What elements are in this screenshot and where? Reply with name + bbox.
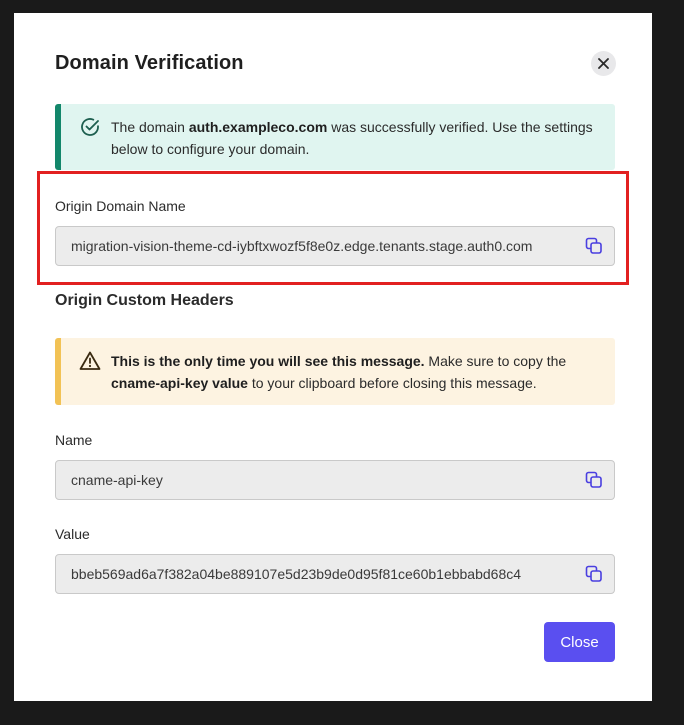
success-text-before: The domain — [111, 119, 189, 135]
copy-icon[interactable] — [584, 564, 604, 584]
origin-domain-field: migration-vision-theme-cd-iybftxwozf5f8e… — [55, 226, 615, 266]
verified-domain: auth.exampleco.com — [188, 119, 328, 135]
header-value-label: Value — [55, 526, 90, 542]
warning-text-mid: Make sure to copy the — [424, 353, 567, 369]
origin-domain-label: Origin Domain Name — [55, 198, 186, 214]
header-name-label: Name — [55, 432, 93, 448]
header-name-field: cname-api-key — [55, 460, 615, 500]
check-circle-icon — [81, 118, 99, 136]
close-button[interactable]: Close — [544, 622, 615, 662]
copy-icon[interactable] — [584, 236, 604, 256]
header-value-field: bbeb569ad6a7f382a04be889107e5d23b9de0d95… — [55, 554, 615, 594]
close-icon — [598, 58, 609, 69]
dialog-title: Domain Verification — [55, 52, 244, 74]
warning-triangle-icon — [79, 351, 101, 370]
warning-text-end: to your clipboard before closing this me… — [247, 375, 537, 391]
warning-key-name: cname-api-key value — [111, 375, 248, 391]
origin-domain-value[interactable]: migration-vision-theme-cd-iybftxwozf5f8e… — [71, 227, 571, 265]
header-name-value[interactable]: cname-api-key — [71, 461, 571, 499]
copy-icon[interactable] — [584, 470, 604, 490]
warning-lead: This is the only time you will see this … — [111, 353, 425, 369]
warning-alert: This is the only time you will see this … — [55, 338, 615, 405]
domain-verification-dialog: Domain Verification The domain auth.exam… — [14, 13, 652, 701]
origin-custom-headers-title: Origin Custom Headers — [55, 292, 234, 309]
header-value-value[interactable]: bbeb569ad6a7f382a04be889107e5d23b9de0d95… — [71, 555, 571, 593]
close-dialog-button[interactable] — [591, 51, 616, 76]
success-alert: The domain auth.exampleco.com was succes… — [55, 104, 615, 170]
